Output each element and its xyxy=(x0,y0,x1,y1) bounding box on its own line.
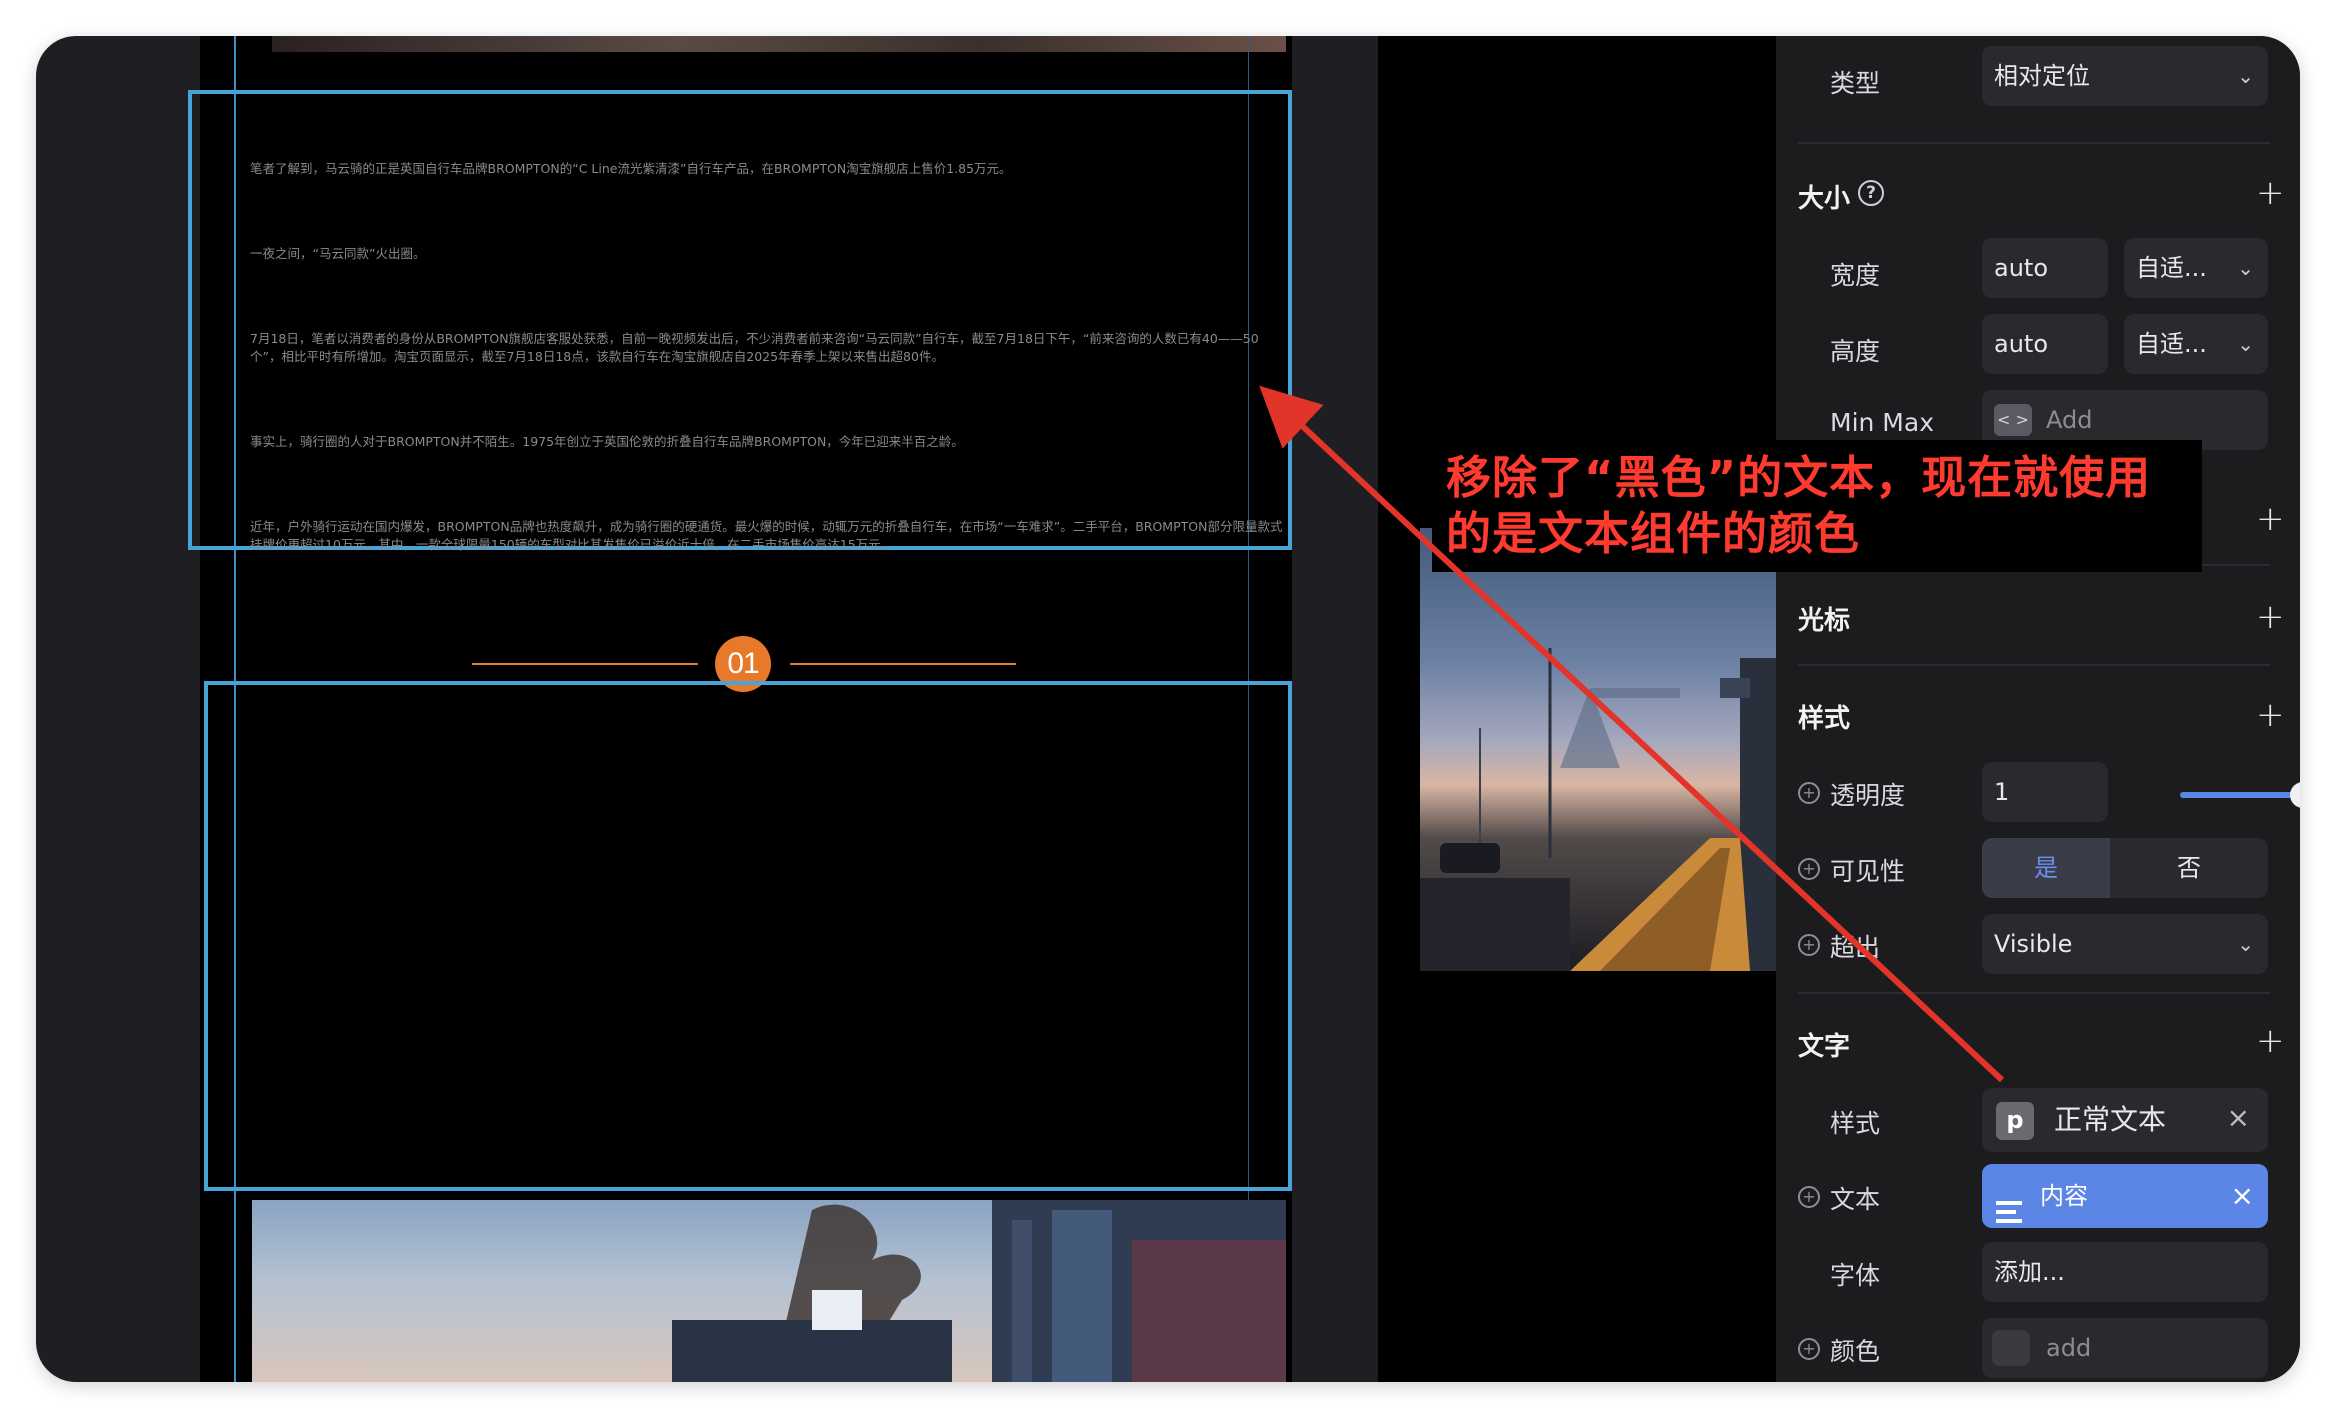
color-label: 颜色 xyxy=(1830,1337,1881,1366)
paragraph-icon: p xyxy=(1996,1102,2034,1140)
add-style-button[interactable]: + xyxy=(2256,698,2285,732)
style-section-title: 样式 xyxy=(1798,704,1851,734)
height-mode-value: 自适... xyxy=(2136,330,2207,358)
cursor-section-title: 光标 xyxy=(1798,606,1851,636)
top-image-strip xyxy=(272,36,1286,52)
divider-line-left xyxy=(472,663,698,665)
text-section-title: 文字 xyxy=(1798,1032,1851,1062)
text-label: 文本 xyxy=(1830,1185,1881,1214)
overflow-label: 超出 xyxy=(1830,933,1881,962)
opacity-slider-knob[interactable] xyxy=(2290,782,2300,808)
article-paragraph: 一夜之间，“马云同款”火出圈。 xyxy=(250,246,426,261)
article-paragraph: 事实上，骑行圈的人对于BROMPTON并不陌生。1975年创立于英国伦敦的折叠自… xyxy=(250,434,964,449)
height-label: 高度 xyxy=(1830,337,1881,366)
app-window: 笔者了解到，马云骑的正是英国自行车品牌BROMPTON的“C Line流光紫清漆… xyxy=(36,36,2300,1382)
add-text-button[interactable]: + xyxy=(2256,1024,2285,1058)
visibility-label: 可见性 xyxy=(1830,857,1906,886)
article-paragraph: 7月18日，笔者以消费者的身份从BROMPTON旗舰店客服处获悉，自前一晚视频发… xyxy=(250,331,1259,364)
width-mode-select[interactable]: 自适... ⌄ xyxy=(2124,238,2268,298)
ship-photo xyxy=(252,1200,1286,1382)
add-cursor-button[interactable]: + xyxy=(2256,600,2285,634)
plus-circle-icon[interactable]: + xyxy=(1798,1186,1820,1208)
visibility-no-button[interactable]: 否 xyxy=(2110,838,2268,898)
separator xyxy=(1798,992,2270,994)
overflow-value: Visible xyxy=(1994,930,2073,958)
width-label: 宽度 xyxy=(1830,261,1881,290)
overflow-select[interactable]: Visible ⌄ xyxy=(1982,914,2268,974)
text-content-chip-label: 内容 xyxy=(2040,1182,2088,1210)
annotation-note: 移除了“黑色”的文本，现在就使用的是文本组件的颜色 xyxy=(1432,440,2202,572)
text-style-chip[interactable]: p 正常文本 × xyxy=(1982,1088,2268,1152)
help-icon[interactable]: ? xyxy=(1858,180,1884,206)
selected-empty-container[interactable] xyxy=(204,681,1292,1191)
selected-text-block[interactable] xyxy=(188,90,1292,550)
type-label: 类型 xyxy=(1830,69,1881,98)
type-select[interactable]: 相对定位 ⌄ xyxy=(1982,46,2268,106)
article-paragraph: 近年，户外骑行运动在国内爆发，BROMPTON品牌也热度飙升，成为骑行圈的硬通货… xyxy=(250,519,1283,552)
plus-circle-icon[interactable]: + xyxy=(1798,858,1820,880)
text-content-chip[interactable]: 内容 × xyxy=(1982,1164,2268,1228)
port-photo xyxy=(1420,528,1778,971)
separator xyxy=(1798,664,2270,666)
font-label: 字体 xyxy=(1830,1261,1881,1290)
width-input[interactable]: auto xyxy=(1982,238,2108,298)
color-add-field[interactable]: add xyxy=(1982,1318,2268,1378)
text-style-label: 样式 xyxy=(1830,1109,1881,1138)
chevron-down-icon: ⌄ xyxy=(2237,256,2254,280)
type-select-value: 相对定位 xyxy=(1994,62,2090,90)
close-icon[interactable]: × xyxy=(2231,1164,2254,1228)
color-placeholder: add xyxy=(2046,1334,2092,1362)
plus-circle-icon[interactable]: + xyxy=(1798,1338,1820,1360)
opacity-slider-track[interactable] xyxy=(2180,792,2300,798)
font-add-field[interactable]: 添加... xyxy=(1982,1242,2268,1302)
text-style-chip-label: 正常文本 xyxy=(2054,1103,2167,1136)
visibility-yes-button[interactable]: 是 xyxy=(1982,838,2110,898)
opacity-input[interactable]: 1 xyxy=(1982,762,2108,822)
minmax-label: Min Max xyxy=(1830,408,1934,437)
chevron-down-icon: ⌄ xyxy=(2237,932,2254,956)
chevron-down-icon: ⌄ xyxy=(2237,64,2254,88)
size-section-title: 大小 xyxy=(1798,184,1851,214)
annotation-text: 移除了“黑色”的文本，现在就使用的是文本组件的颜色 xyxy=(1446,451,2152,560)
code-icon: < > xyxy=(1994,404,2032,436)
chevron-down-icon: ⌄ xyxy=(2237,332,2254,356)
add-button[interactable]: + xyxy=(2256,502,2285,536)
property-panel: 类型 相对定位 ⌄ 大小 ? + 宽度 auto 自适... ⌄ 高度 auto… xyxy=(1776,36,2300,1382)
article-paragraph: 笔者了解到，马云骑的正是英国自行车品牌BROMPTON的“C Line流光紫清漆… xyxy=(250,161,1012,176)
minmax-placeholder: Add xyxy=(2046,406,2093,434)
color-swatch xyxy=(1992,1330,2030,1366)
height-input[interactable]: auto xyxy=(1982,314,2108,374)
separator xyxy=(1798,142,2270,144)
text-lines-icon xyxy=(1996,1184,2022,1223)
plus-circle-icon[interactable]: + xyxy=(1798,782,1820,804)
opacity-label: 透明度 xyxy=(1830,781,1906,810)
divider-line-right xyxy=(790,663,1016,665)
width-mode-value: 自适... xyxy=(2136,254,2207,282)
height-mode-select[interactable]: 自适... ⌄ xyxy=(2124,314,2268,374)
plus-circle-icon[interactable]: + xyxy=(1798,934,1820,956)
add-size-button[interactable]: + xyxy=(2256,176,2285,210)
close-icon[interactable]: × xyxy=(2227,1088,2250,1148)
